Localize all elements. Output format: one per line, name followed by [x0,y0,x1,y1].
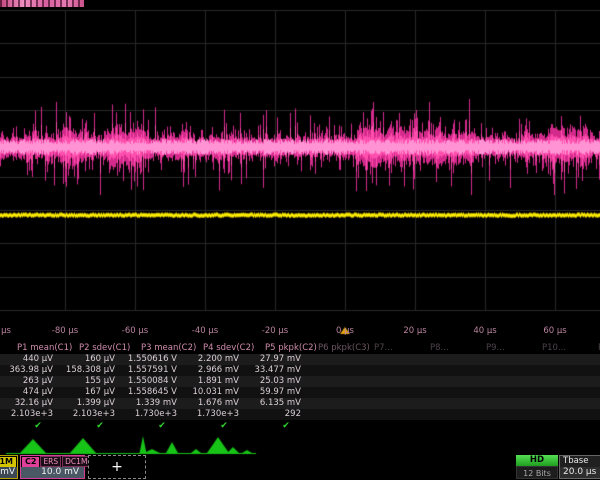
param-value: 25.03 mV [248,376,310,387]
param-header[interactable]: P4 sdev(C2) [186,343,248,354]
time-axis: -100 µs -80 µs -60 µs -40 µs -20 µs 0 µs 20 µs… [0,326,600,338]
tbase-label: Tbase [560,456,600,467]
param-value: 1.558645 V [124,387,186,398]
time-axis-label: -20 µs [245,326,305,337]
param-value: 1.550084 V [124,376,186,387]
time-axis-label: 40 µs [455,326,515,337]
param-value: 6.135 mV [248,398,310,409]
param-value: 10.031 mV [186,387,248,398]
table-row: 363.98 µV158.308 µV1.557591 V2.966 mV33.… [0,365,600,376]
param-value: 1.339 mV [124,398,186,409]
param-value: 1.557591 V [124,365,186,376]
param-value: 440 µV [0,354,62,365]
param-value: 32.16 µV [0,398,62,409]
c2-eres-tag: ERS [40,456,61,467]
param-value: 27.97 mV [248,354,310,365]
param-header[interactable]: P7... [366,343,422,354]
param-header[interactable]: P2 sdev(C1) [62,343,124,354]
time-axis-label: -80 µs [35,326,95,337]
param-value: 33.477 mV [248,365,310,376]
param-value: 2.103e+3 [62,409,124,420]
param-value: 363.98 µV [0,365,62,376]
add-trace-button[interactable]: + [88,455,146,479]
status-check-icon: ✔ [124,420,186,431]
param-value: 1.399 µV [62,398,124,409]
table-row: 263 µV155 µV1.550084 V1.891 mV25.03 mV [0,376,600,387]
c2-scale-value: 10.0 mV [21,467,84,478]
param-header[interactable]: P10... [534,343,590,354]
adc-bits-label: 12 Bits [516,466,558,479]
tbase-value: 20.0 µs [560,467,600,478]
status-check-icon: ✔ [0,420,62,431]
clipped-pink-label [0,0,84,7]
table-row: 474 µV167 µV1.558645 V10.031 mV59.97 mV [0,387,600,398]
table-row: 440 µV160 µV1.550616 V2.200 mV27.97 mV [0,354,600,365]
param-value: 292 [248,409,310,420]
param-header[interactable]: P11... [590,343,600,354]
time-axis-label: 0 µs [315,326,375,337]
param-value: 1.730e+3 [186,409,248,420]
status-check-icon: ✔ [248,420,310,431]
param-value: 263 µV [0,376,62,387]
status-check-icon: ✔ [186,420,248,431]
param-header[interactable]: P6 pkpk(C3) [310,343,366,354]
param-value: 155 µV [62,376,124,387]
param-value: 59.97 mV [248,387,310,398]
c2-label: C2 [22,457,39,467]
param-value: 2.966 mV [186,365,248,376]
table-row: 2.103e+32.103e+31.730e+31.730e+3292 [0,409,600,420]
param-value: 2.103e+3 [0,409,62,420]
time-axis-label: 20 µs [385,326,445,337]
param-header[interactable]: P3 mean(C2) [124,343,186,354]
time-axis-label: -40 µs [175,326,235,337]
c1-coupling-tag: DC1M [0,457,16,467]
hd-mode-badge: HD [516,455,558,466]
channel-c2-descriptor[interactable]: C2 ERS DC1M 10.0 mV [20,455,85,479]
timebase-descriptor[interactable]: Tbase 20.0 µs [559,455,600,479]
param-value: 167 µV [62,387,124,398]
c2-coupling-tag: DC1M [62,456,90,467]
table-row: 32.16 µV1.399 µV1.339 mV1.676 mV6.135 mV [0,398,600,409]
c1-scale-value: 10.0 mV [0,467,17,478]
param-header[interactable]: P1 mean(C1) [0,343,62,354]
param-value: 474 µV [0,387,62,398]
param-header[interactable]: P5 pkpk(C2) [248,343,310,354]
time-axis-label: 60 µs [525,326,585,337]
time-axis-label: -60 µs [105,326,165,337]
param-value: 1.891 mV [186,376,248,387]
channel-c1-descriptor[interactable]: DC1M 10.0 mV [0,455,18,479]
param-header[interactable]: P9... [478,343,534,354]
status-check-icon: ✔ [62,420,124,431]
param-value: 1.550616 V [124,354,186,365]
time-axis-label: -100 µs [0,326,25,337]
param-value: 160 µV [62,354,124,365]
param-value: 1.676 mV [186,398,248,409]
param-value: 1.730e+3 [124,409,186,420]
param-value: 158.308 µV [62,365,124,376]
measurement-table: P1 mean(C1)P2 sdev(C1)P3 mean(C2)P4 sdev… [0,343,600,431]
param-value: 2.200 mV [186,354,248,365]
param-header[interactable]: P8... [422,343,478,354]
